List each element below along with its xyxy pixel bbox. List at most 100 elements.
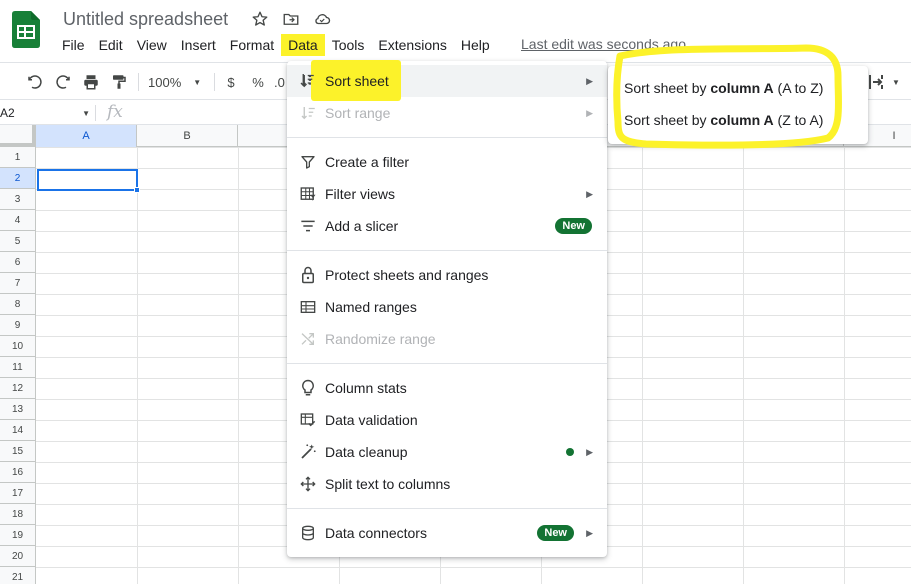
status-dot: [566, 448, 574, 456]
row-header-10[interactable]: 10: [0, 336, 36, 357]
menu-item-create-filter[interactable]: Create a filter: [287, 146, 607, 178]
sort-icon: [298, 71, 316, 89]
submenu-arrow-icon: ▶: [586, 188, 593, 199]
split-icon: [299, 475, 317, 493]
row-header-17[interactable]: 17: [0, 483, 36, 504]
percent-format-button[interactable]: %: [249, 71, 267, 93]
menu-item-label: Column stats: [325, 380, 407, 396]
cleanup-icon: [299, 443, 317, 461]
row-header-18[interactable]: 18: [0, 504, 36, 525]
row-header-2[interactable]: 2: [0, 168, 36, 189]
filter-views-icon: [299, 185, 317, 203]
document-title[interactable]: Untitled spreadsheet: [63, 9, 228, 30]
named-ranges-icon: [299, 298, 317, 316]
menu-item-label: Data cleanup: [325, 444, 408, 460]
submenu-arrow-icon: ▶: [586, 75, 593, 86]
redo-icon[interactable]: [52, 71, 74, 93]
row-header-19[interactable]: 19: [0, 525, 36, 546]
column-header-a[interactable]: A: [36, 125, 137, 147]
merge-cells-icon[interactable]: [868, 71, 884, 93]
menu-item-randomize-range: Randomize range: [287, 323, 607, 355]
menu-bar: File Edit View Insert Format Data Tools …: [55, 34, 497, 56]
sort-sheet-label[interactable]: Sort sheet: [325, 73, 389, 89]
column-header-b[interactable]: B: [137, 125, 238, 147]
print-icon[interactable]: [80, 71, 102, 93]
zoom-select[interactable]: 100% ▼: [148, 71, 208, 93]
row-header-3[interactable]: 3: [0, 189, 36, 210]
menu-item-protect-sheets[interactable]: Protect sheets and ranges: [287, 259, 607, 291]
row-header-5[interactable]: 5: [0, 231, 36, 252]
decrease-decimal-button[interactable]: .0: [274, 71, 288, 93]
currency-format-button[interactable]: $: [222, 71, 240, 93]
menu-item-sort-range: Sort range ▶: [287, 97, 607, 129]
row-header-8[interactable]: 8: [0, 294, 36, 315]
menu-item-label: Sort range: [325, 105, 391, 121]
menu-data[interactable]: Data: [281, 34, 325, 56]
chevron-down-icon: ▼: [82, 108, 90, 118]
move-folder-icon[interactable]: [281, 9, 301, 29]
undo-icon[interactable]: [24, 71, 46, 93]
menu-item-filter-views[interactable]: Filter views ▶: [287, 178, 607, 210]
row-header-1[interactable]: 1: [0, 147, 36, 168]
sort-a-to-z-item[interactable]: Sort sheet by column A (A to Z): [624, 80, 823, 96]
menu-item-label: Data validation: [325, 412, 418, 428]
menu-item-label: Add a slicer: [325, 218, 399, 234]
chevron-down-icon[interactable]: ▼: [890, 71, 902, 93]
new-badge: New: [537, 525, 574, 541]
row-header-7[interactable]: 7: [0, 273, 36, 294]
menu-item-data-validation[interactable]: Data validation: [287, 404, 607, 436]
fill-handle[interactable]: [134, 187, 140, 193]
menu-file[interactable]: File: [55, 34, 92, 56]
menu-item-label: Split text to columns: [325, 476, 451, 492]
sort-z-to-a-item[interactable]: Sort sheet by column A (Z to A): [624, 112, 823, 128]
menu-item-label: Randomize range: [325, 331, 436, 347]
submenu-arrow-icon: ▶: [586, 527, 593, 538]
row-header-11[interactable]: 11: [0, 357, 36, 378]
menu-view[interactable]: View: [130, 34, 174, 56]
menu-extensions[interactable]: Extensions: [371, 34, 453, 56]
menu-item-named-ranges[interactable]: Named ranges: [287, 291, 607, 323]
menu-item-label: Protect sheets and ranges: [325, 267, 489, 283]
submenu-arrow-icon: ▶: [586, 107, 593, 118]
row-header-6[interactable]: 6: [0, 252, 36, 273]
menu-item-label: Data connectors: [325, 525, 427, 541]
star-icon[interactable]: [250, 9, 270, 29]
menu-format[interactable]: Format: [223, 34, 281, 56]
paint-format-icon[interactable]: [108, 71, 130, 93]
select-all-corner[interactable]: [0, 125, 36, 147]
menu-item-label: Filter views: [325, 186, 396, 202]
lightbulb-icon: [299, 379, 317, 397]
menu-help[interactable]: Help: [454, 34, 497, 56]
row-header-20[interactable]: 20: [0, 546, 36, 567]
chevron-down-icon: ▼: [193, 77, 202, 87]
lock-icon: [299, 266, 317, 284]
menu-item-split-text[interactable]: Split text to columns: [287, 468, 607, 500]
cloud-saved-icon[interactable]: [312, 9, 332, 29]
menu-tools[interactable]: Tools: [325, 34, 372, 56]
cell-reference: A2: [0, 106, 15, 120]
last-edit-link[interactable]: Last edit was seconds ago: [521, 36, 686, 52]
name-box[interactable]: A2 ▼: [0, 105, 94, 121]
sort-sheet-submenu: Sort sheet by column A (A to Z) Sort she…: [608, 66, 868, 144]
filter-icon: [299, 153, 317, 171]
row-header-14[interactable]: 14: [0, 420, 36, 441]
menu-item-column-stats[interactable]: Column stats: [287, 372, 607, 404]
menu-item-data-cleanup[interactable]: Data cleanup ▶: [287, 436, 607, 468]
data-menu: Sort sheet ▶ Sort range ▶ Create a filte…: [287, 61, 607, 557]
shuffle-icon: [299, 330, 317, 348]
row-header-9[interactable]: 9: [0, 315, 36, 336]
menu-item-label: Named ranges: [325, 299, 417, 315]
menu-insert[interactable]: Insert: [174, 34, 223, 56]
row-header-16[interactable]: 16: [0, 462, 36, 483]
row-header-21[interactable]: 21: [0, 567, 36, 584]
menu-edit[interactable]: Edit: [92, 34, 130, 56]
zoom-value: 100%: [148, 74, 182, 90]
selected-cell-a2[interactable]: [37, 169, 138, 191]
row-header-15[interactable]: 15: [0, 441, 36, 462]
menu-item-add-slicer[interactable]: Add a slicer New: [287, 210, 607, 242]
menu-item-data-connectors[interactable]: Data connectors New ▶: [287, 517, 607, 549]
row-header-13[interactable]: 13: [0, 399, 36, 420]
row-header-12[interactable]: 12: [0, 378, 36, 399]
sheets-logo-icon[interactable]: [12, 11, 40, 48]
row-header-4[interactable]: 4: [0, 210, 36, 231]
